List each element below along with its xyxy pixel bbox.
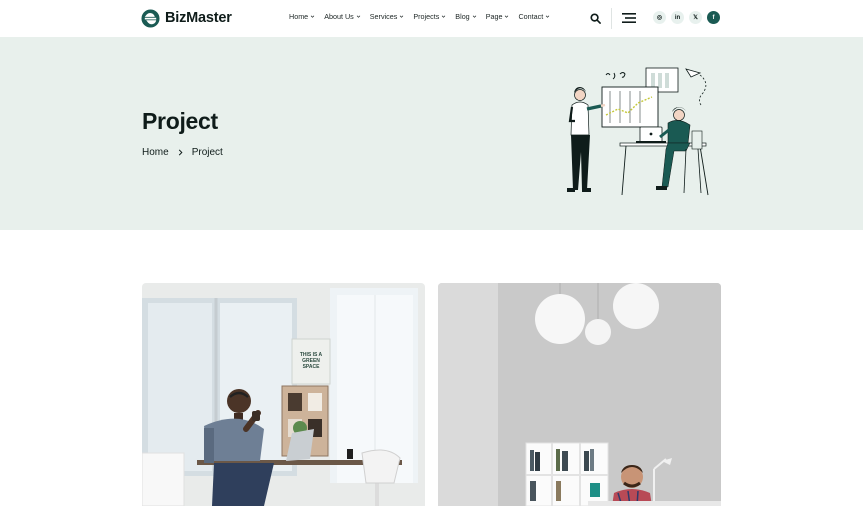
chevron-down-icon [442,15,446,18]
social-links: ◎ in 𝕏 f [653,11,720,24]
chevron-down-icon [505,15,509,18]
nav-item-page[interactable]: Page [486,12,510,21]
instagram-icon[interactable]: ◎ [653,11,666,24]
nav-item-label: Home [289,12,309,21]
brand-name: BizMaster [165,10,232,26]
main-nav: Home About Us Services Projects Blog Pag… [289,12,559,21]
nav-item-home[interactable]: Home [289,12,315,21]
breadcrumb-home-link[interactable]: Home [142,147,169,158]
site-header: BizMaster Home About Us Services Project… [0,0,863,37]
nav-item-label: Projects [413,12,440,21]
nav-item-label: Page [485,12,503,21]
breadcrumb: Home Project [142,147,223,158]
hamburger-menu-icon[interactable] [622,12,636,24]
nav-item-label: Contact [518,12,544,21]
nav-item-services[interactable]: Services [370,12,405,21]
logo-icon [141,8,160,28]
page-title: Project [142,108,218,134]
chevron-down-icon [400,15,404,18]
nav-item-projects[interactable]: Projects [413,12,446,21]
nav-item-contact[interactable]: Contact [518,12,550,21]
nav-item-label: About Us [324,12,354,21]
header-divider [611,8,612,29]
x-twitter-icon[interactable]: 𝕏 [689,11,702,24]
breadcrumb-current: Project [191,147,223,158]
project-photo-office-coffee: THIS IS A GREEN SPACE [142,283,425,506]
poster-text: SPACE [303,364,321,370]
chevron-right-icon [178,149,183,156]
nav-item-label: Blog [455,12,470,21]
chevron-down-icon [546,15,550,18]
nav-item-label: Services [369,12,398,21]
brand-logo[interactable]: BizMaster [141,8,232,28]
project-card[interactable] [438,283,721,506]
team-presentation-illustration [567,67,709,196]
nav-item-about[interactable]: About Us [324,12,361,21]
page-hero: Project Home Project [0,37,863,230]
nav-item-blog[interactable]: Blog [455,12,476,21]
chevron-down-icon [356,15,360,18]
chevron-down-icon [310,15,315,18]
search-icon[interactable] [590,13,601,24]
facebook-icon[interactable]: f [707,11,720,24]
chevron-down-icon [472,15,476,18]
project-photo-office-lamps [438,283,721,506]
linkedin-icon[interactable]: in [671,11,684,24]
project-card[interactable]: THIS IS A GREEN SPACE [142,283,425,506]
